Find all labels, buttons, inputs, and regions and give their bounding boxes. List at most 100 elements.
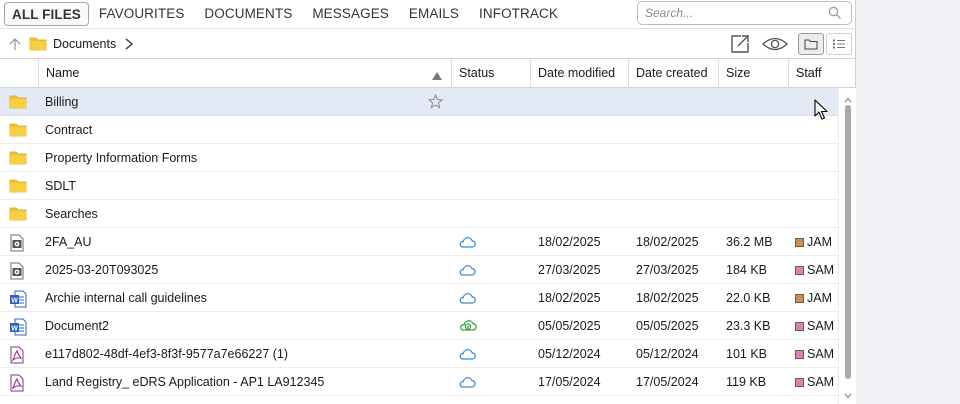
breadcrumb-documents[interactable]: Documents	[53, 37, 116, 51]
date-created: 05/12/2024	[636, 347, 699, 361]
column-modified-label: Date modified	[538, 66, 616, 80]
column-name-label: Name	[46, 66, 80, 80]
date-modified: 18/02/2025	[538, 235, 601, 249]
tab-messages[interactable]: MESSAGES	[302, 2, 399, 26]
word-file-icon: W	[9, 290, 27, 311]
file-name: Document2	[45, 319, 109, 333]
folder-view-button[interactable]	[798, 33, 824, 55]
scrollbar-thumb[interactable]	[845, 105, 851, 379]
search-icon[interactable]	[828, 6, 842, 23]
search-input[interactable]	[645, 2, 825, 24]
cloud-icon	[458, 264, 476, 279]
table-row[interactable]: Billing	[0, 88, 838, 116]
cloud-icon	[458, 292, 476, 307]
staff-color-swatch	[795, 378, 804, 387]
cloud-icon	[458, 376, 476, 391]
cloud-icon	[458, 236, 476, 251]
staff-initials: JAM	[807, 291, 832, 305]
file-name: SDLT	[45, 179, 77, 193]
file-size	[726, 172, 786, 200]
file-size: 184 KB	[726, 263, 768, 277]
tab-infotrack[interactable]: INFOTRACK	[469, 2, 568, 26]
date-modified	[538, 200, 626, 228]
file-size	[726, 200, 786, 228]
column-header-created[interactable]: Date created	[628, 59, 719, 88]
date-modified: 05/05/2025	[538, 319, 601, 333]
staff-cell: SAM	[795, 340, 838, 368]
scroll-up-icon[interactable]	[844, 92, 852, 106]
column-header-name[interactable]: Name	[38, 59, 452, 88]
file-size: 119 KB	[726, 375, 767, 389]
staff-cell: SAM	[795, 256, 838, 284]
staff-color-swatch	[795, 294, 804, 303]
table-row[interactable]: 2FA_AU 18/02/2025 18/02/2025 36.2 MB JAM	[0, 228, 838, 256]
date-modified: 17/05/2024	[538, 375, 601, 389]
file-name: Contract	[45, 123, 93, 137]
staff-cell: SAM	[795, 312, 838, 340]
file-name: 2FA_AU	[45, 235, 92, 249]
folder-icon	[9, 122, 27, 140]
column-created-label: Date created	[636, 66, 708, 80]
folder-icon	[9, 94, 27, 112]
file-list: Billing Contract Property Information Form…	[0, 88, 838, 404]
staff-cell: JAM	[795, 284, 838, 312]
folder-icon	[29, 36, 47, 54]
table-row[interactable]: 2025-03-20T093025 27/03/2025 27/03/2025 184…	[0, 256, 838, 284]
mouse-cursor-icon	[814, 99, 828, 124]
table-row[interactable]: Searches	[0, 200, 838, 228]
column-size-label: Size	[726, 66, 751, 80]
tab-emails[interactable]: EMAILS	[399, 2, 469, 26]
staff-initials: SAM	[807, 319, 835, 333]
tab-favourites[interactable]: FAVOURITES	[89, 2, 195, 26]
date-created	[636, 116, 716, 144]
table-row[interactable]: SDLT	[0, 172, 838, 200]
staff-initials: SAM	[807, 375, 835, 389]
date-created: 27/03/2025	[636, 263, 699, 277]
star-icon[interactable]	[427, 93, 444, 112]
folder-icon	[9, 206, 27, 224]
vertical-scrollbar[interactable]	[838, 88, 856, 404]
folder-icon	[9, 178, 27, 196]
column-staff-label: Staff	[796, 66, 822, 80]
date-modified	[538, 144, 626, 172]
tab-documents[interactable]: DOCUMENTS	[194, 2, 302, 26]
open-external-icon[interactable]	[729, 33, 751, 58]
column-header-modified[interactable]: Date modified	[530, 59, 629, 88]
file-size: 22.0 KB	[726, 291, 771, 305]
table-row[interactable]: Land Registry_ eDRS Application - AP1 LA…	[0, 368, 838, 396]
cloud-synced-icon	[458, 318, 478, 335]
tab-all-files[interactable]: ALL FILES	[4, 2, 89, 26]
file-name: Searches	[45, 207, 98, 221]
table-row[interactable]: Property Information Forms	[0, 144, 838, 172]
table-row[interactable]: Contract	[0, 116, 838, 144]
column-status-label: Status	[459, 66, 495, 80]
staff-initials: JAM	[807, 235, 832, 249]
file-name: Property Information Forms	[45, 151, 198, 165]
scroll-down-icon[interactable]	[844, 388, 852, 402]
file-name: 2025-03-20T093025	[45, 263, 159, 277]
table-row[interactable]: e117d802-48df-4ef3-8f3f-9577a7e66227 (1)…	[0, 340, 838, 368]
file-size: 101 KB	[726, 347, 768, 361]
date-created	[636, 172, 716, 200]
column-header-staff[interactable]: Staff	[788, 59, 838, 88]
staff-cell: JAM	[795, 228, 838, 256]
folder-icon	[9, 150, 27, 168]
sort-ascending-icon[interactable]	[432, 69, 442, 83]
list-view-button[interactable]	[826, 33, 852, 55]
pdf-file-icon	[9, 346, 25, 367]
date-modified	[538, 172, 626, 200]
date-created: 18/02/2025	[636, 235, 699, 249]
chevron-right-icon[interactable]	[124, 37, 134, 54]
eye-icon[interactable]	[762, 36, 788, 55]
date-created: 17/05/2024	[636, 375, 699, 389]
arrow-up-icon[interactable]	[8, 37, 22, 54]
date-created	[636, 144, 716, 172]
list-icon	[833, 39, 845, 49]
pdf-file-icon	[9, 374, 25, 395]
table-row[interactable]: W Document2 05/05/2025 05/05/2025 23.3 KB SAM	[0, 312, 838, 340]
column-header-size[interactable]: Size	[718, 59, 789, 88]
staff-initials: SAM	[807, 263, 835, 277]
column-header-status[interactable]: Status	[451, 59, 531, 88]
staff-color-swatch	[795, 322, 804, 331]
table-row[interactable]: W Archie internal call guidelines 18/02/20…	[0, 284, 838, 312]
